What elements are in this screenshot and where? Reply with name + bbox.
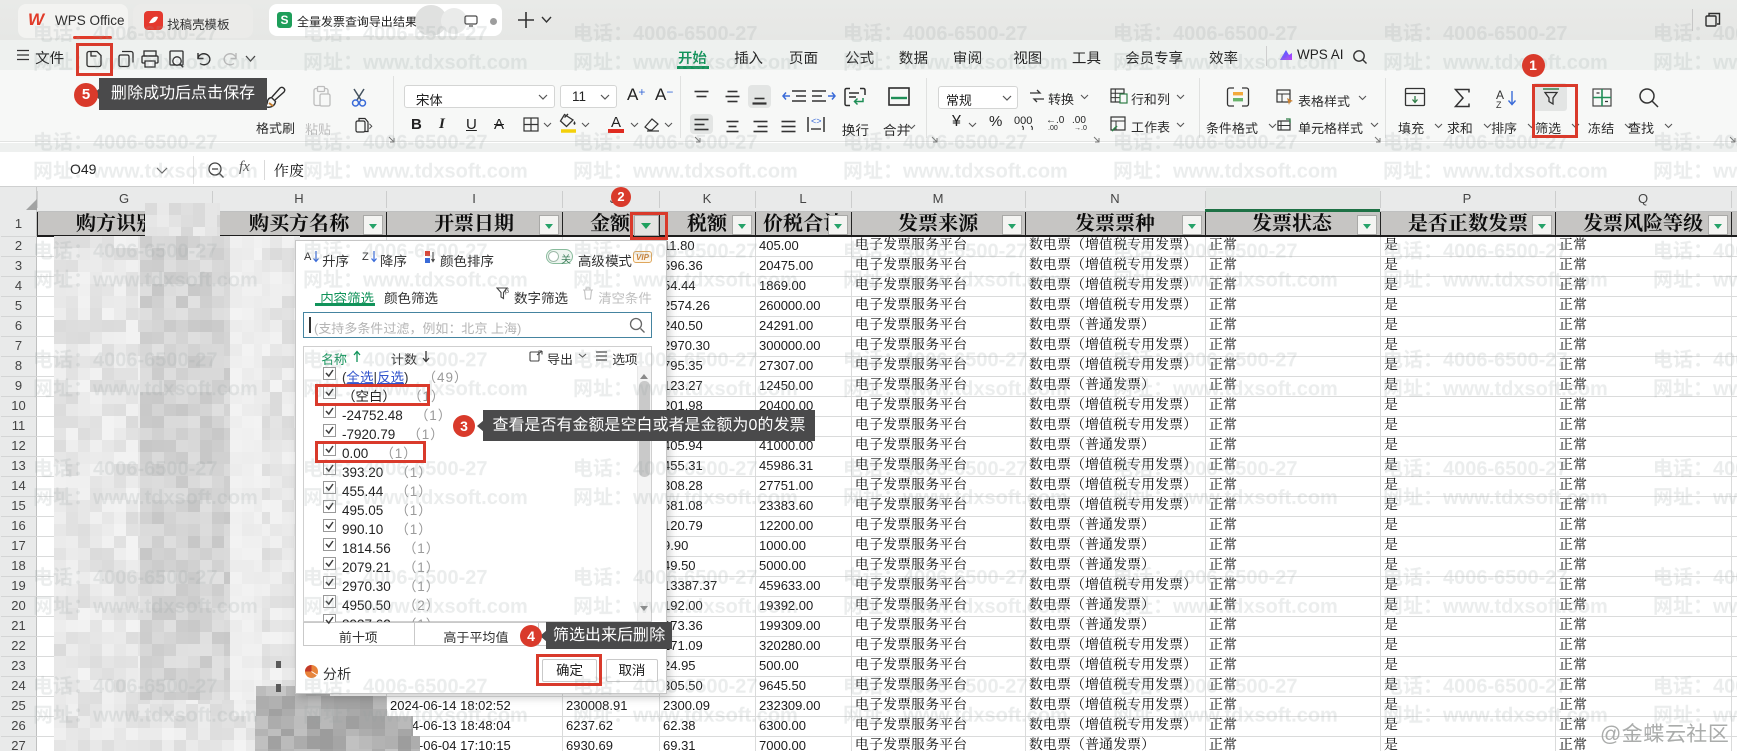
svg-text:.00: .00 (1048, 125, 1058, 131)
svg-text:000: 000 (1014, 115, 1032, 127)
svg-text:→.0: →.0 (1074, 125, 1087, 131)
svg-text:A: A (304, 251, 312, 263)
svg-text:Z: Z (362, 251, 369, 263)
svg-text:Z: Z (1496, 100, 1502, 108)
svg-text:<>: <> (811, 116, 822, 126)
svg-text:β: β (505, 288, 509, 295)
